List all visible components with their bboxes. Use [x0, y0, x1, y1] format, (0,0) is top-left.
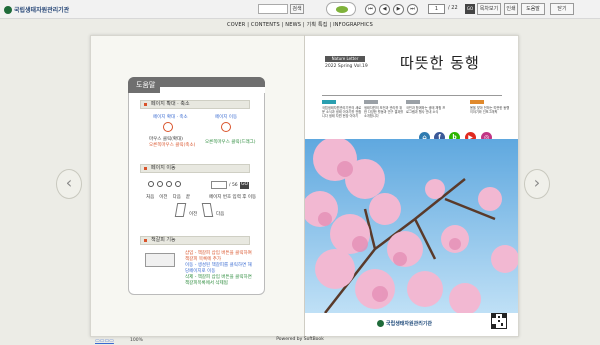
print-button[interactable]: 인쇄: [504, 3, 518, 15]
prev-spread-arrow-icon[interactable]: ‹: [56, 169, 82, 199]
help-curl-label-2: 다음: [216, 212, 225, 217]
menu-news[interactable]: NEWS: [285, 22, 301, 28]
section-menu: COVER | CONTENTS | NEWS | 기획 특집 | INFOGR…: [0, 21, 600, 28]
help-nav-label: 끝: [185, 195, 190, 200]
help-nav-label: 이전: [159, 195, 168, 200]
help-nav-label: 다음: [172, 195, 181, 200]
column-text: 봄을 맞아 전하는 따뜻한 동행 이야기와 인포그래픽: [470, 106, 510, 115]
next-spread-arrow-icon[interactable]: ›: [524, 169, 550, 199]
help-zoom-text-2: 오른쪽마우스 클릭(축소): [149, 143, 196, 148]
zoom-icon: [336, 6, 348, 13]
last-page-button[interactable]: ⏭: [407, 4, 418, 15]
cover-title: 따뜻한 동행: [400, 54, 480, 72]
cover-issue: 2022 Spring Vol.19: [325, 64, 368, 69]
first-page-button[interactable]: ⏮: [365, 4, 376, 15]
zoom-toggle[interactable]: [326, 2, 356, 16]
search-button[interactable]: 검색: [290, 4, 304, 14]
cover-footer-logo: 국립생태자원관리기관: [377, 320, 432, 327]
help-button[interactable]: 도움말: [521, 3, 545, 15]
close-button[interactable]: 닫기: [550, 3, 574, 15]
next-page-button[interactable]: ▶: [393, 4, 404, 15]
help-nav-icons: [148, 181, 181, 187]
help-zoom-text-1: 마우스 클릭(확대): [149, 137, 183, 142]
help-next-icon: [166, 181, 172, 187]
help-curl-label-1: 이전: [189, 212, 198, 217]
help-page-input: [211, 181, 227, 189]
column-text: 국민과 함께하는 생태 체험 프로그램과 행사 안내 소식: [406, 106, 446, 115]
menu-feature[interactable]: 기획 특집: [307, 22, 328, 28]
go-button[interactable]: GO: [465, 4, 475, 14]
logo-text: 국립생태자원관리기관: [14, 7, 70, 14]
help-first-icon: [148, 181, 154, 187]
cover-column: 국민과 함께하는 생태 체험 프로그램과 행사 안내 소식: [406, 100, 446, 114]
bottom-link[interactable]: ▭▭▭▭: [95, 338, 114, 344]
cover-column: 국립생태자원관리기관의 새로운 소식과 생태 이야기를 전합니다 생태 자원 현…: [322, 100, 362, 119]
help-prev-icon: [157, 181, 163, 187]
brand-logo: 국립생태자원관리기관: [4, 5, 69, 14]
help-bookmark-line: 이동 - 생성된 책갈피를 클릭하면 해당페이지로 이동: [185, 263, 252, 274]
cover-tagline: Nature Letter: [325, 56, 365, 62]
cover-column: 봄을 맞아 전하는 따뜻한 동행 이야기와 인포그래픽: [470, 100, 510, 114]
column-color-bar: [364, 100, 378, 104]
help-header-tab: [160, 87, 265, 93]
help-bookmark-line: 삽입 - 책갈피 삽입 버튼을 클릭하여 책갈피 목록에 추가: [185, 251, 252, 262]
help-section-zoom: 페이지 확대 · 축소: [140, 100, 250, 109]
help-zoom-label: 페이지 확대 · 축소: [153, 115, 188, 120]
help-page-field-label: 페이지 번호 입력 후 이동: [209, 195, 257, 200]
qr-code-icon: [491, 313, 507, 329]
page-total: / 22: [448, 5, 458, 11]
help-move-label: 페이지 이동: [215, 115, 238, 120]
page-number-input[interactable]: 1: [428, 4, 445, 14]
toc-button[interactable]: 목차보기: [477, 3, 501, 15]
logo-mark-icon: [377, 320, 384, 327]
cover-column: 생태자원의 보전과 관리를 위한 다양한 활동과 연구 결과를 소개합니다: [364, 100, 404, 119]
zoom-select[interactable]: 100%: [130, 338, 143, 343]
column-color-bar: [470, 100, 484, 104]
powered-by: Powered by SoftBook: [276, 337, 324, 342]
help-page-total: / 56: [229, 183, 238, 188]
help-section-page-move: 페이지 이동: [140, 164, 250, 173]
help-go-button: GO: [240, 182, 249, 189]
column-text: 생태자원의 보전과 관리를 위한 다양한 활동과 연구 결과를 소개합니다: [364, 106, 404, 119]
footer-logo-text: 국립생태자원관리기관: [386, 321, 433, 327]
menu-infographics[interactable]: INFOGRAPHICS: [333, 22, 373, 28]
search-input[interactable]: [258, 4, 288, 14]
help-last-icon: [175, 181, 181, 187]
help-nav-label: 처음: [146, 195, 155, 200]
cover-divider: [322, 95, 502, 96]
move-cursor-icon: [221, 122, 231, 132]
menu-contents[interactable]: CONTENTS: [251, 22, 280, 28]
column-text: 국립생태자원관리기관의 새로운 소식과 생태 이야기를 전합니다 생태 자원 현…: [322, 106, 362, 119]
zoom-cursor-icon: [163, 122, 173, 132]
prev-page-button[interactable]: ◀: [379, 4, 390, 15]
column-color-bar: [322, 100, 336, 104]
column-color-bar: [406, 100, 420, 104]
cover-photo: [305, 139, 518, 313]
logo-mark-icon: [4, 5, 12, 14]
help-section-bookmark: 책갈피 기능: [140, 236, 250, 245]
bookmark-widget-icon: [145, 253, 175, 267]
help-nav-labels: 처음 이전 다음 끝: [146, 195, 190, 201]
menu-cover[interactable]: COVER: [227, 22, 245, 28]
help-bookmark-line: 삭제 - 책갈피 삽입 버튼을 클릭하면 책갈피목록에서 삭제됨: [185, 275, 252, 286]
help-move-text: 오른쪽마우스 클릭(드래그): [205, 140, 256, 145]
